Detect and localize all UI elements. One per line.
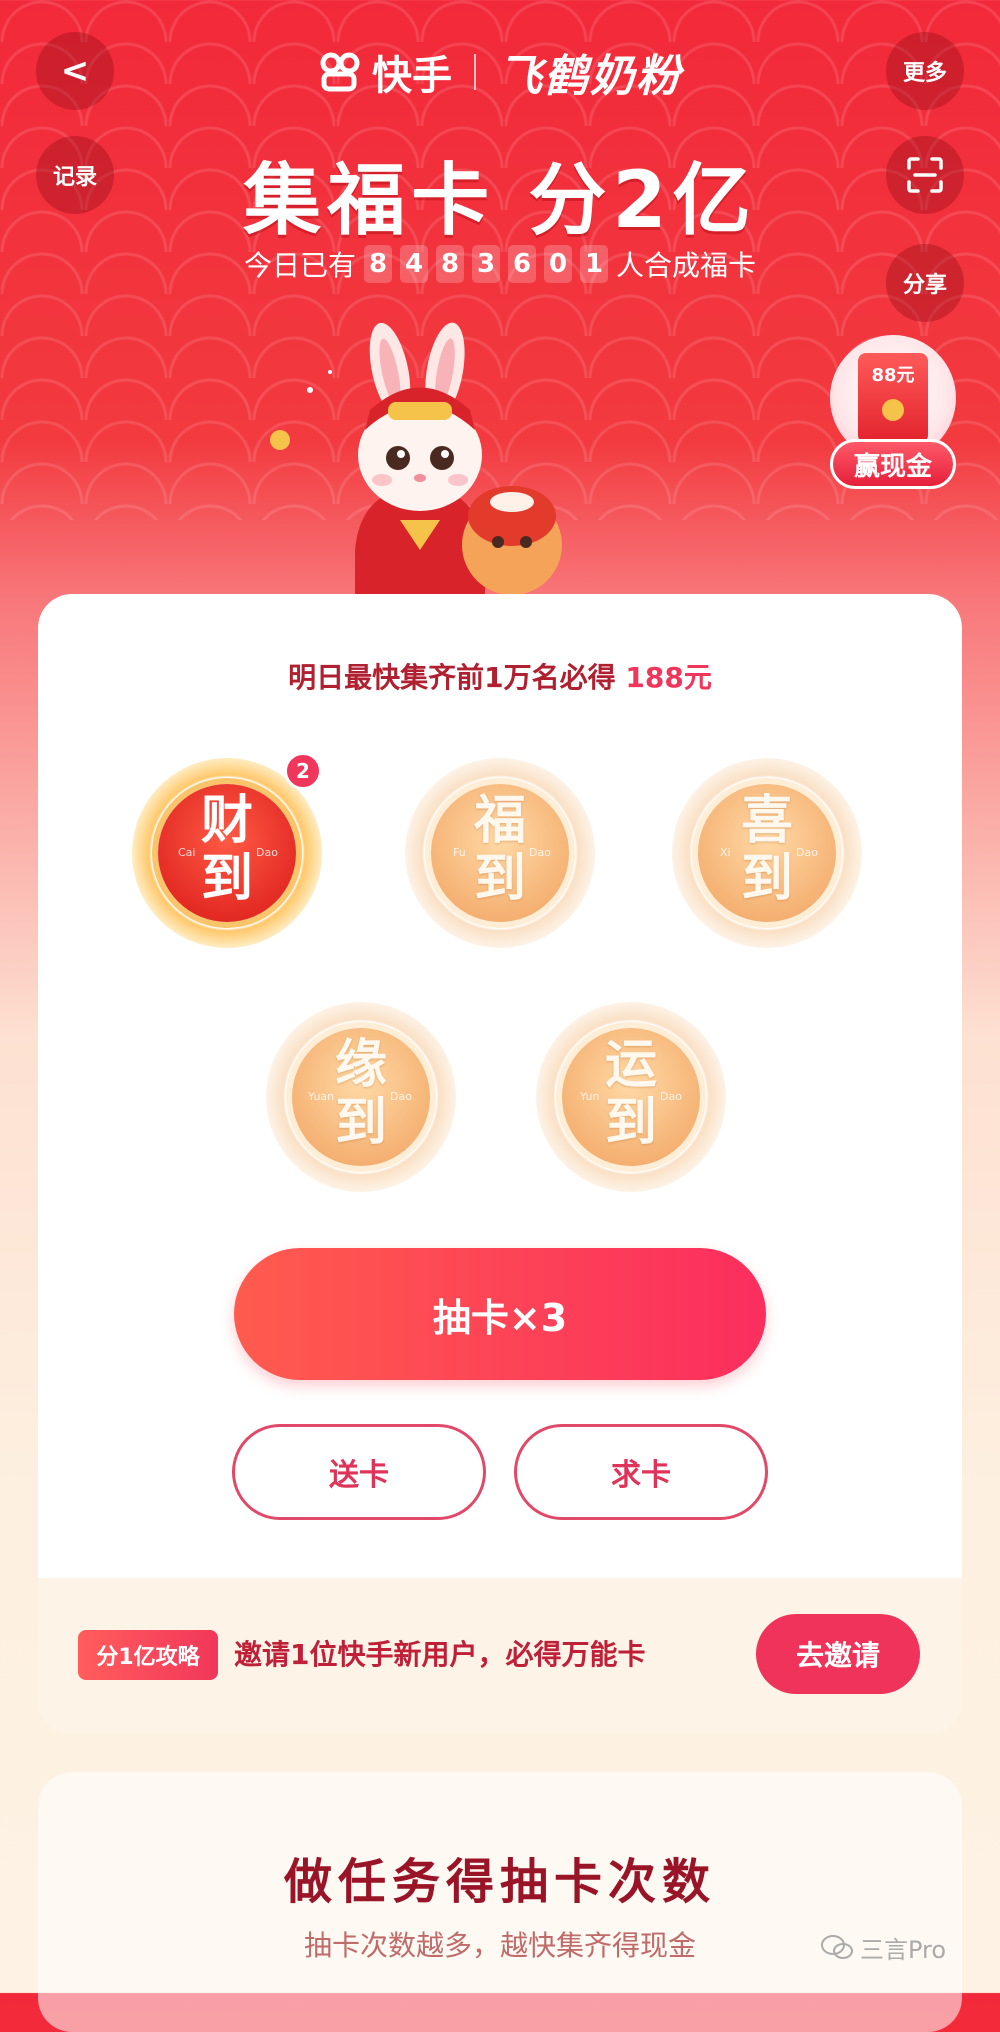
reward-subtitle: 明日最快集齐前1万名必得 188元 — [288, 661, 712, 694]
invite-text: 邀请1位快手新用户，必得万能卡 — [234, 1638, 646, 1671]
fortune-card-yun[interactable]: 运 到 Yun Dao — [536, 1002, 726, 1192]
brand-row: 快手 飞鹤奶粉 — [0, 40, 1000, 104]
draw-card-button[interactable]: 抽卡×3 — [234, 1248, 766, 1380]
participant-counter: 今日已有 8 4 8 3 6 0 1 人合成福卡 — [0, 244, 1000, 284]
kuaishou-logo: 快手 — [318, 43, 452, 101]
wechat-icon — [821, 1934, 853, 1959]
card-collection-panel: 明日最快集齐前1万名必得 188元 财 到 Cai Dao 2 福 到 Fu D… — [38, 594, 962, 1734]
card-count-badge: 2 — [284, 752, 322, 790]
fortune-card-yuan[interactable]: 缘 到 Yuan Dao — [266, 1002, 456, 1192]
fortune-card-fu[interactable]: 福 到 Fu Dao — [405, 758, 595, 948]
partner-logo: 飞鹤奶粉 — [498, 51, 682, 102]
task-panel: 做任务得抽卡次数 抽卡次数越多，越快集齐得现金 — [38, 1772, 962, 2032]
counter-digit: 3 — [472, 245, 500, 283]
watermark: 三言Pro — [820, 1930, 946, 1965]
win-cash-label: 赢现金 — [830, 439, 956, 489]
strategy-tag: 分1亿攻略 — [78, 1630, 218, 1680]
counter-digit: 4 — [400, 245, 428, 283]
counter-digit: 8 — [364, 245, 392, 283]
win-cash-widget[interactable]: 88元 赢现金 — [830, 335, 956, 495]
invite-button[interactable]: 去邀请 — [756, 1614, 920, 1694]
brand-divider — [474, 54, 476, 90]
fortune-card-cai[interactable]: 财 到 Cai Dao 2 — [132, 752, 322, 948]
kuaishou-icon — [320, 52, 360, 92]
send-card-button[interactable]: 送卡 — [232, 1424, 486, 1520]
counter-digit: 0 — [544, 245, 572, 283]
ask-card-button[interactable]: 求卡 — [514, 1424, 768, 1520]
fortune-card-xi[interactable]: 喜 到 Xi Dao — [672, 758, 862, 948]
counter-digit: 1 — [580, 245, 608, 283]
page-title: 集福卡 分2亿 — [243, 156, 757, 246]
rabbit-mascot-illustration — [270, 322, 562, 595]
counter-digit: 8 — [436, 245, 464, 283]
counter-digit: 6 — [508, 245, 536, 283]
task-title: 做任务得抽卡次数 — [283, 1854, 716, 1910]
invite-bar: 分1亿攻略 邀请1位快手新用户，必得万能卡 去邀请 — [38, 1578, 962, 1734]
red-envelope-icon: 88元 — [858, 353, 928, 443]
coin-icon — [882, 399, 904, 421]
